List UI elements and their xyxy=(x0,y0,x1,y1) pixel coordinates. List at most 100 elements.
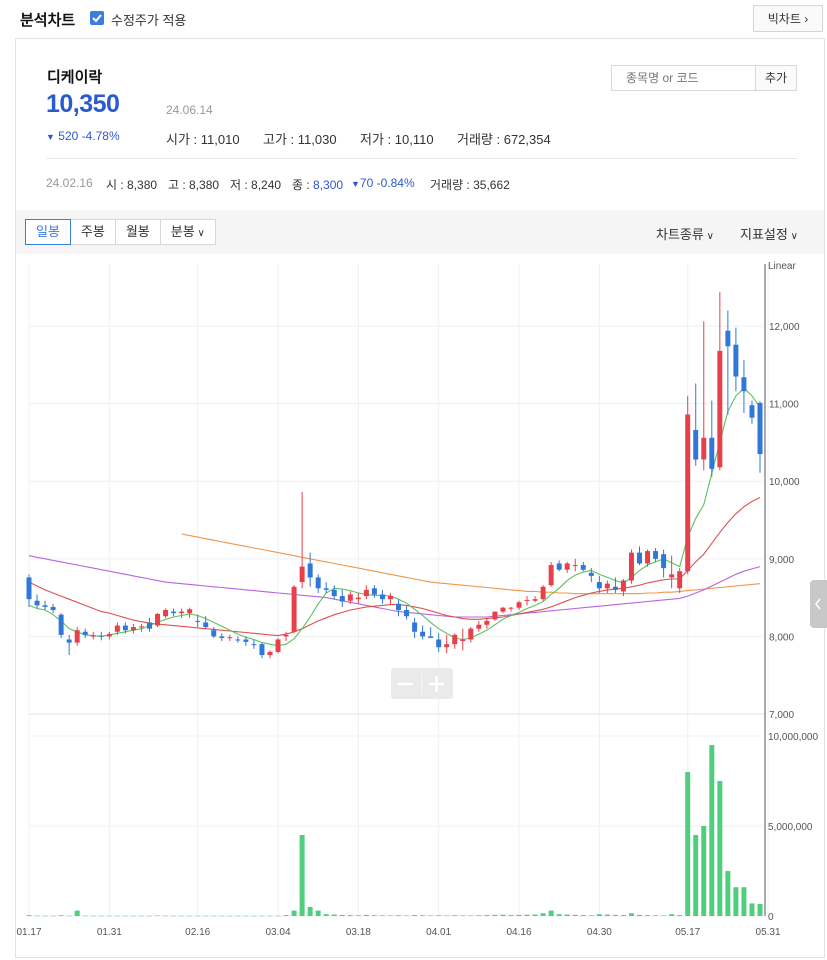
volume-bar xyxy=(42,915,48,917)
candle xyxy=(363,589,369,597)
volume-bar xyxy=(677,915,683,916)
volume-tick-label: 10,000,000 xyxy=(768,732,818,743)
volume-bar xyxy=(620,915,626,916)
candle xyxy=(275,639,281,652)
candle xyxy=(588,572,594,576)
candle xyxy=(227,637,233,639)
volume-bar xyxy=(138,915,144,917)
candle xyxy=(492,611,498,620)
price-tick-label: 10,000 xyxy=(769,477,800,488)
volume-bar xyxy=(203,915,209,917)
price-tick-label: 8,000 xyxy=(769,632,794,643)
volume-bar xyxy=(420,915,426,916)
candle xyxy=(203,622,209,628)
candle xyxy=(251,644,257,646)
candle xyxy=(404,610,410,617)
volume-bar xyxy=(669,914,675,916)
volume-bar xyxy=(412,915,418,916)
volume-bar xyxy=(179,915,185,917)
candle xyxy=(219,636,225,638)
candle xyxy=(741,377,747,392)
volume-bar xyxy=(307,907,313,916)
candle xyxy=(412,622,418,632)
volume-bar xyxy=(50,915,56,917)
candle xyxy=(42,605,48,607)
x-tick-label: 05.17 xyxy=(675,927,700,938)
candle xyxy=(371,588,377,595)
candle xyxy=(685,414,691,572)
volume-bar xyxy=(82,915,88,917)
x-tick-label: 01.31 xyxy=(97,927,122,938)
volume-tick-label: 0 xyxy=(768,912,774,923)
candle xyxy=(98,635,104,637)
candle xyxy=(628,552,634,581)
candle xyxy=(82,631,88,635)
candle xyxy=(693,430,699,460)
volume-bar xyxy=(701,826,707,916)
candle xyxy=(516,602,522,608)
candle xyxy=(709,437,715,469)
candle xyxy=(524,599,530,601)
volume-bar xyxy=(468,915,474,916)
volume-bar xyxy=(725,871,731,916)
volume-bar xyxy=(259,915,265,917)
volume-bar xyxy=(363,914,369,916)
volume-bar xyxy=(58,915,64,916)
candle xyxy=(572,565,578,567)
volume-bar xyxy=(596,914,602,916)
volume-bar xyxy=(524,914,530,916)
x-tick-label: 04.01 xyxy=(426,927,451,938)
side-panel-toggle[interactable] xyxy=(810,580,827,628)
candle xyxy=(653,551,659,559)
volume-bar xyxy=(243,915,249,917)
candle xyxy=(331,589,337,597)
candle xyxy=(299,566,305,583)
volume-bar xyxy=(452,915,458,916)
candle xyxy=(604,583,610,589)
volume-bar xyxy=(347,915,353,916)
price-tick-label: 9,000 xyxy=(769,555,794,566)
volume-bar xyxy=(532,914,538,916)
candle xyxy=(155,613,161,626)
volume-bar xyxy=(709,745,715,916)
candle xyxy=(500,607,506,612)
volume-bar xyxy=(556,914,562,916)
candle xyxy=(235,639,241,641)
candle xyxy=(90,635,96,637)
volume-bar xyxy=(396,915,402,916)
candlestick-chart[interactable]: Linear 12,000 11,000 10,000 9,000 8,000 7,000 1… xyxy=(0,0,827,960)
volume-bar xyxy=(404,915,410,916)
volume-bar xyxy=(516,914,522,916)
volume-bar xyxy=(299,835,305,916)
volume-bar xyxy=(147,915,152,917)
volume-bar xyxy=(122,915,128,917)
volume-bar xyxy=(275,915,281,917)
candle xyxy=(476,624,482,629)
candle xyxy=(444,644,450,648)
volume-bar xyxy=(339,914,345,916)
candle xyxy=(259,644,265,656)
volume-bar xyxy=(572,914,578,916)
candle xyxy=(147,622,152,629)
candle xyxy=(138,626,144,628)
volume-bar xyxy=(460,915,466,916)
volume-bar xyxy=(653,915,659,916)
volume-bar xyxy=(371,915,377,916)
candle xyxy=(347,594,353,601)
volume-bar xyxy=(645,915,651,916)
candle xyxy=(74,630,80,643)
price-tick-label: 7,000 xyxy=(769,710,794,721)
candle xyxy=(548,565,554,586)
volume-bar xyxy=(130,915,136,917)
volume-bar xyxy=(580,915,586,916)
volume-bar xyxy=(90,915,96,917)
volume-bar xyxy=(733,887,739,916)
volume-bar xyxy=(323,914,329,916)
volume-bar xyxy=(187,915,193,917)
volume-bar xyxy=(540,913,546,916)
volume-bar xyxy=(379,915,385,916)
candle xyxy=(163,610,169,617)
volume-bar xyxy=(251,915,257,917)
candle xyxy=(171,611,177,614)
volume-bar xyxy=(74,910,80,916)
